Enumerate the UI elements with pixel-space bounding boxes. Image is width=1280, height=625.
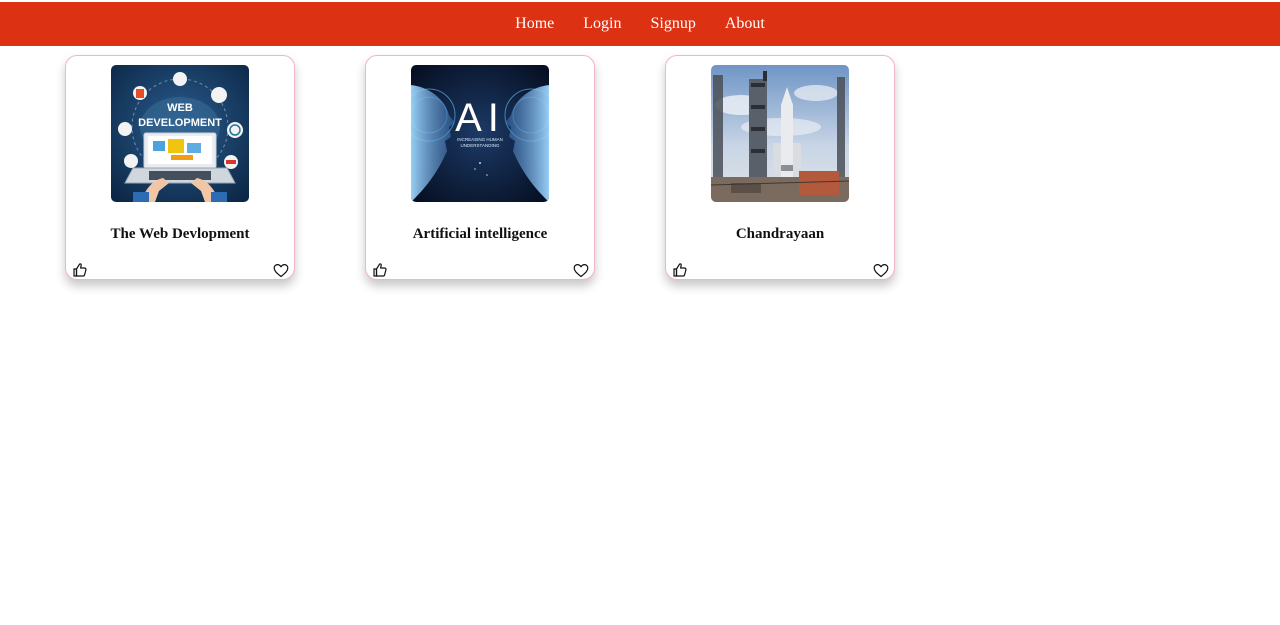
thumbs-up-icon[interactable] [372, 262, 388, 278]
web-development-illustration: WEB DEVELOPMENT [111, 65, 249, 202]
image-caption-ai: AI [455, 96, 505, 140]
card-image-web-development: WEB DEVELOPMENT [111, 65, 249, 202]
card-title: The Web Devlopment [110, 226, 250, 242]
nav-home-link[interactable]: Home [501, 14, 569, 34]
card-image-artificial-intelligence: AI INCREASING HUMAN UNDERSTANDING [411, 65, 549, 202]
heart-icon[interactable] [573, 263, 589, 278]
card-chandrayaan: Chandrayaan [665, 55, 895, 280]
image-caption-increasing: INCREASING HUMAN [457, 137, 503, 142]
card-web-development: WEB DEVELOPMENT The Web Devlopment [65, 55, 295, 280]
card-title: Artificial intelligence [412, 226, 548, 242]
nav-about-link[interactable]: About [710, 14, 779, 34]
ai-illustration: AI INCREASING HUMAN UNDERSTANDING [411, 65, 549, 202]
image-caption-understanding: UNDERSTANDING [461, 143, 500, 148]
rocket-launchpad-photo [711, 65, 849, 202]
image-caption-web: WEB [167, 102, 193, 114]
image-caption-development: DEVELOPMENT [138, 117, 222, 129]
thumbs-up-icon[interactable] [72, 262, 88, 278]
nav-signup-link[interactable]: Signup [636, 14, 710, 34]
heart-icon[interactable] [873, 263, 889, 278]
top-navbar: Home Login Signup About [0, 0, 1280, 46]
thumbs-up-icon[interactable] [672, 262, 688, 278]
card-image-chandrayaan [711, 65, 849, 202]
main-nav: Home Login Signup About [0, 2, 1280, 46]
card-artificial-intelligence: AI INCREASING HUMAN UNDERSTANDING Artifi… [365, 55, 595, 280]
heart-icon[interactable] [273, 263, 289, 278]
nav-login-link[interactable]: Login [569, 14, 636, 34]
card-title: Chandrayaan [735, 226, 825, 242]
